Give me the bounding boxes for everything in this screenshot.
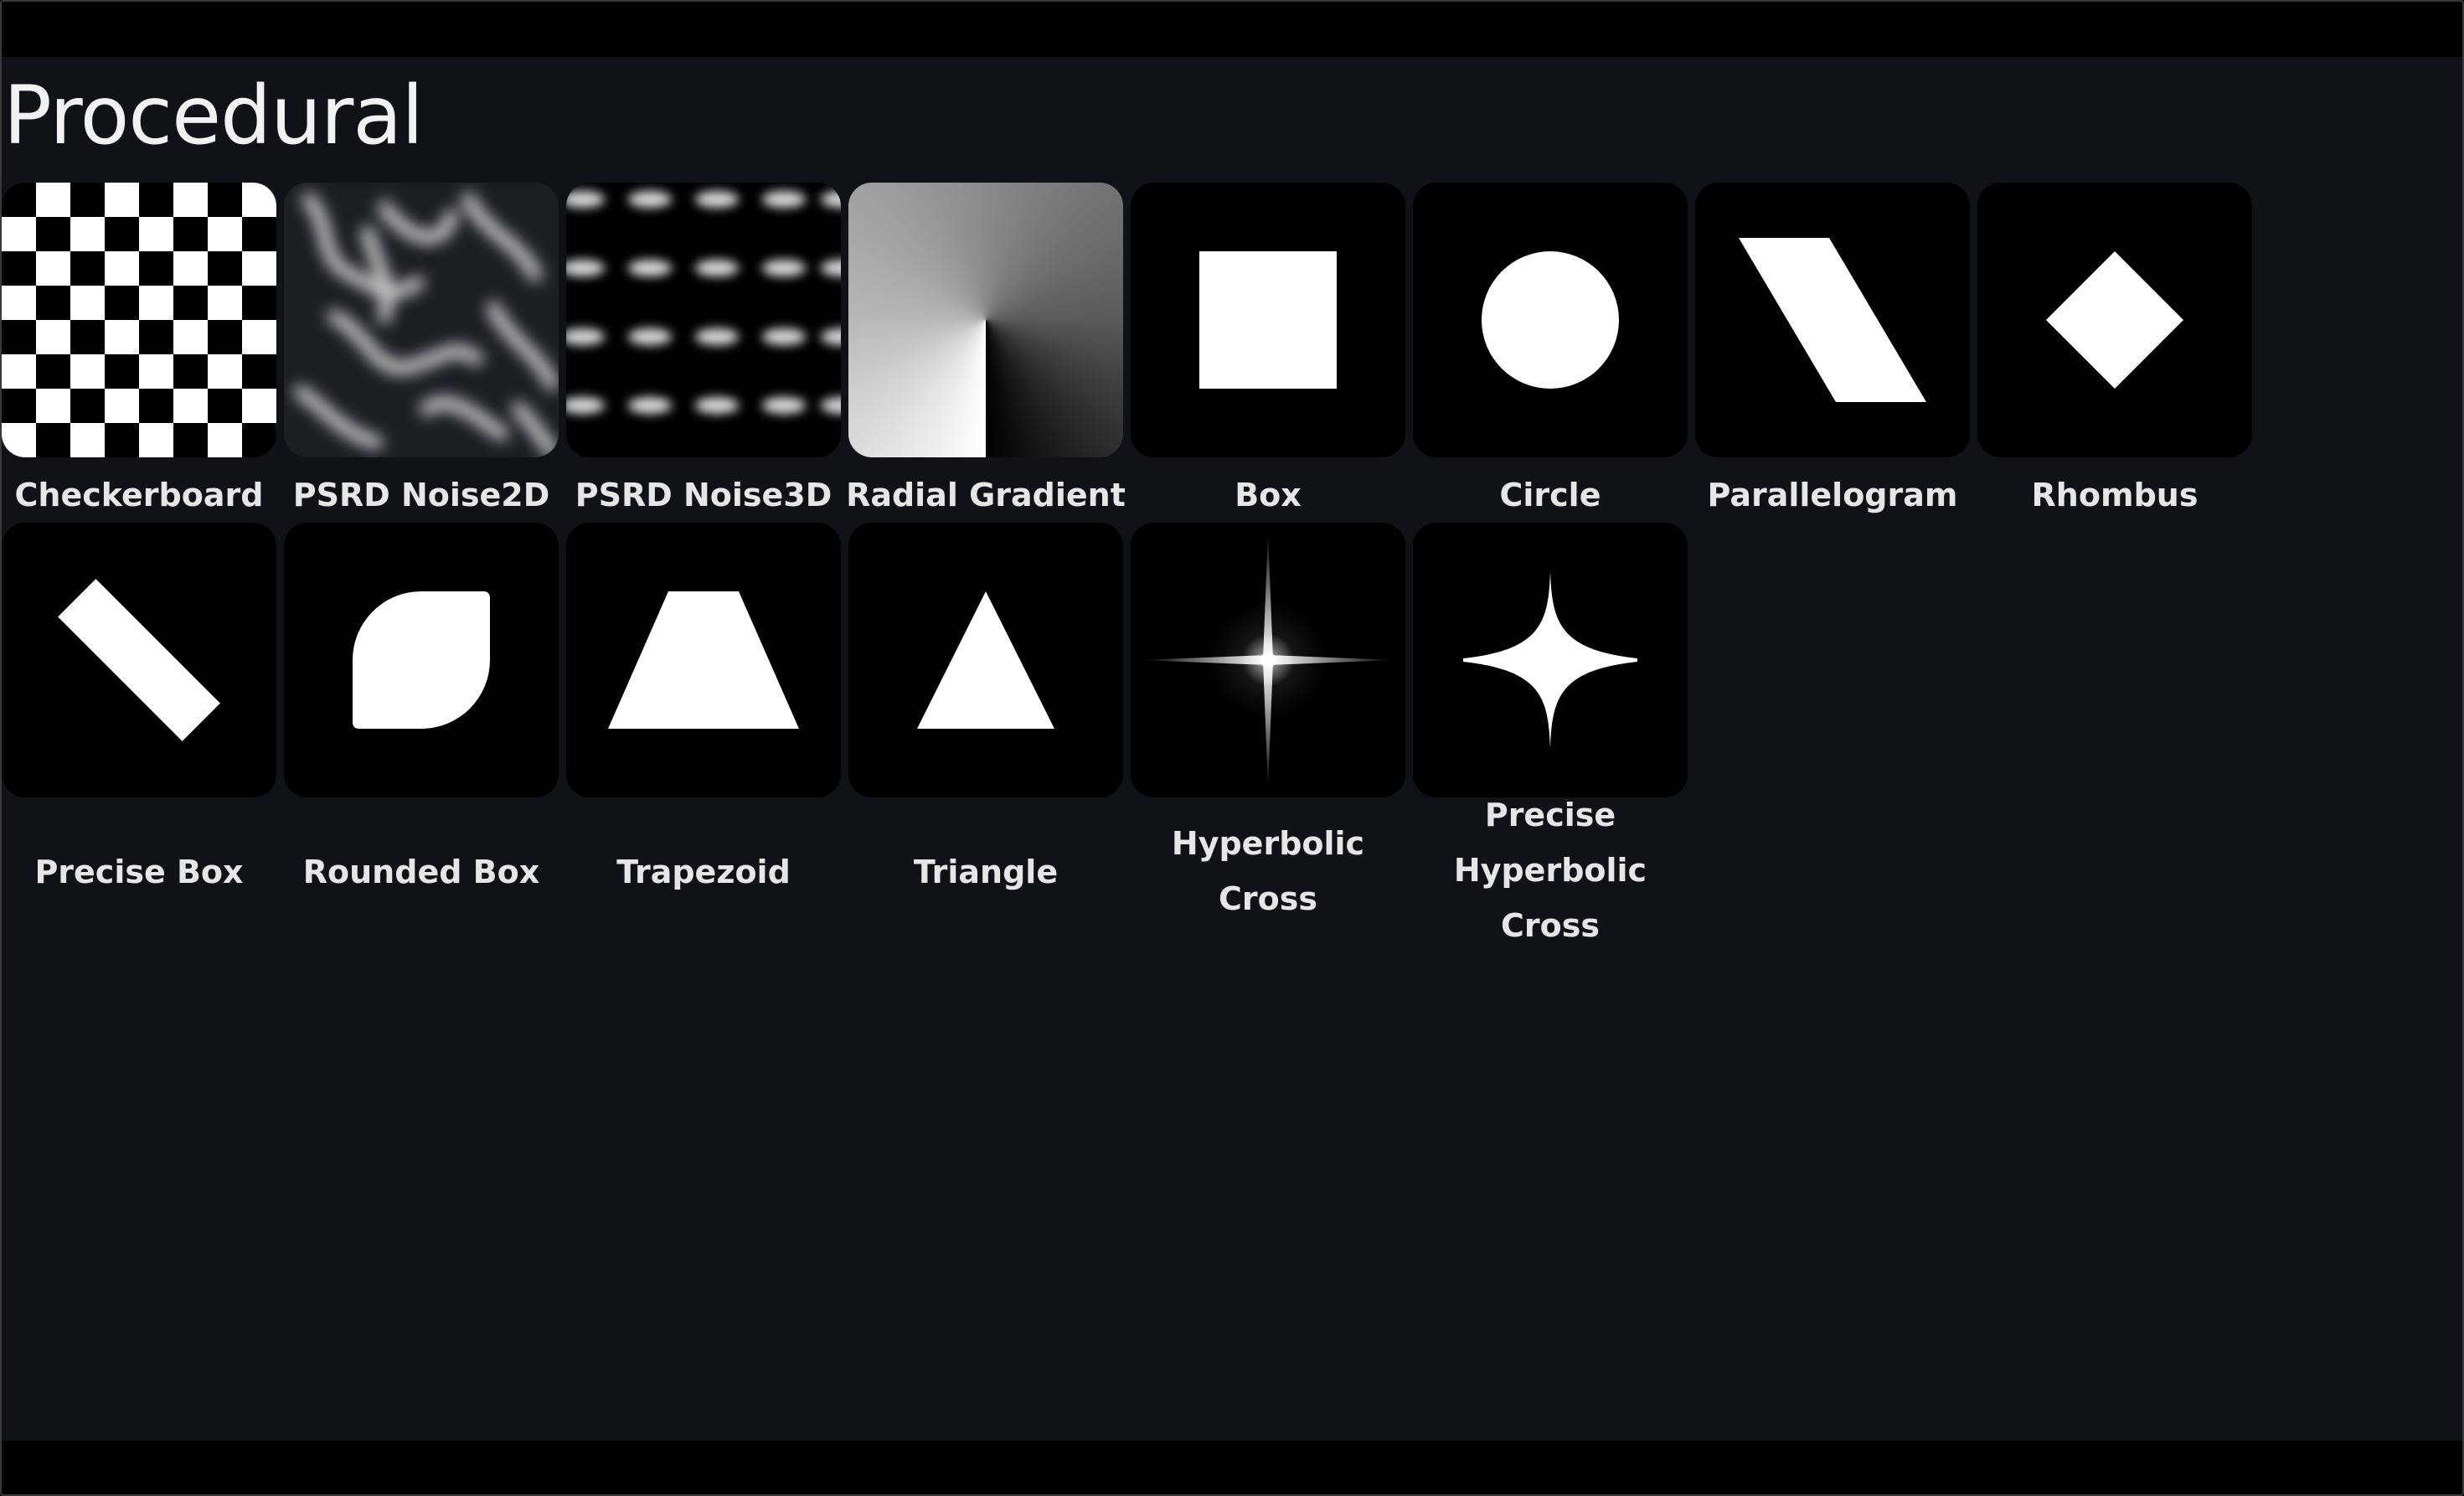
rounded-box-shape-icon — [284, 523, 559, 797]
node-label: Hyperbolic Cross — [1171, 825, 1365, 917]
box-shape-icon — [1131, 183, 1405, 457]
circle-shape-icon — [1413, 183, 1688, 457]
rhombus-shape-icon — [1977, 183, 2252, 457]
triangle-shape-icon — [848, 523, 1123, 797]
node-label: Triangle — [913, 854, 1059, 890]
node-label: Trapezoid — [616, 854, 791, 890]
node-label: Box — [1235, 477, 1302, 513]
node-label: Radial Gradient — [846, 477, 1126, 513]
node-label: PSRD Noise3D — [575, 477, 833, 513]
noise-2d-icon — [284, 183, 559, 457]
hyperbolic-cross-icon — [1131, 523, 1405, 797]
checkerboard-pattern-icon — [2, 183, 276, 457]
node-label: Rounded Box — [302, 854, 540, 890]
noise-3d-icon — [566, 183, 841, 457]
node-label: Precise Hyperbolic Cross — [1453, 797, 1647, 944]
node-library-panel: Procedural Checkerboard PSRD Noise2D PSR… — [2, 57, 2462, 1441]
precise-box-shape-icon — [2, 523, 276, 797]
node-label: Rhombus — [2031, 477, 2199, 513]
section-title: Procedural — [3, 69, 424, 162]
node-label: Parallelogram — [1707, 477, 1958, 513]
bottom-bar — [2, 1442, 2462, 1494]
radial-gradient-icon — [848, 183, 1123, 457]
app-window: Procedural Checkerboard PSRD Noise2D PSR… — [0, 0, 2464, 1496]
top-bar — [2, 2, 2462, 55]
trapezoid-shape-icon — [566, 523, 841, 797]
node-label: Circle — [1499, 477, 1601, 513]
node-label: Precise Box — [34, 854, 244, 890]
node-label: Checkerboard — [14, 477, 264, 513]
parallelogram-shape-icon — [1695, 183, 1970, 457]
node-label: PSRD Noise2D — [292, 477, 550, 513]
precise-hyperbolic-cross-icon — [1413, 523, 1688, 797]
